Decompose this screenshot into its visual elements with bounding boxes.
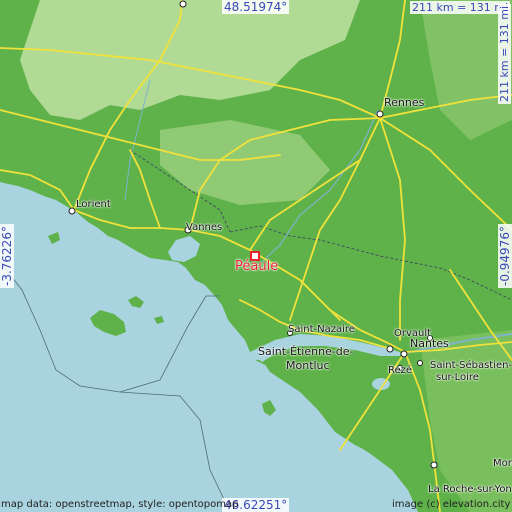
marker-rennes [376,110,384,118]
marker-lorient [68,207,76,215]
label-saint-sebastien-line2: sur-Loire [436,372,479,383]
coord-top: 48.51974° [222,0,290,14]
label-reze: Rezé [388,365,413,376]
label-saint-sebastien-line1: Saint-Sébastien- [430,360,512,371]
terrain-map [0,0,512,512]
label-saint-etienne-line2: Montluc [286,359,330,372]
attribution-left: map data: openstreetmap, style: opentopo… [1,499,239,510]
marker-saint-sebastien [417,360,423,366]
label-peaule: Péaule [235,259,279,274]
marker-nantes [400,350,408,358]
map-canvas[interactable]: 48.51974° 46.62251° -3.76226° -0.94976° … [0,0,512,512]
scale-label-right: 211 km = 131 mi [498,3,511,104]
label-la-roche: La Roche-sur-Yon [428,484,512,495]
marker-la-roche [430,461,438,469]
marker-north [179,0,187,8]
label-lorient: Lorient [76,199,111,210]
label-vannes: Vannes [186,222,223,233]
coord-right: -0.94976° [498,224,512,288]
label-mon: Mon [493,458,512,469]
marker-saint-etienne [386,345,394,353]
label-rennes: Rennes [384,96,425,109]
label-saint-etienne-line1: Saint-Étienne-de- [258,345,354,358]
scale-label-top: 211 km = 131 mi [410,1,511,14]
coord-left: -3.76226° [0,224,14,288]
attribution-right: image (c) elevation.city [392,499,511,510]
label-nantes: Nantes [410,337,449,350]
label-saint-nazaire: Saint-Nazaire [288,324,355,335]
